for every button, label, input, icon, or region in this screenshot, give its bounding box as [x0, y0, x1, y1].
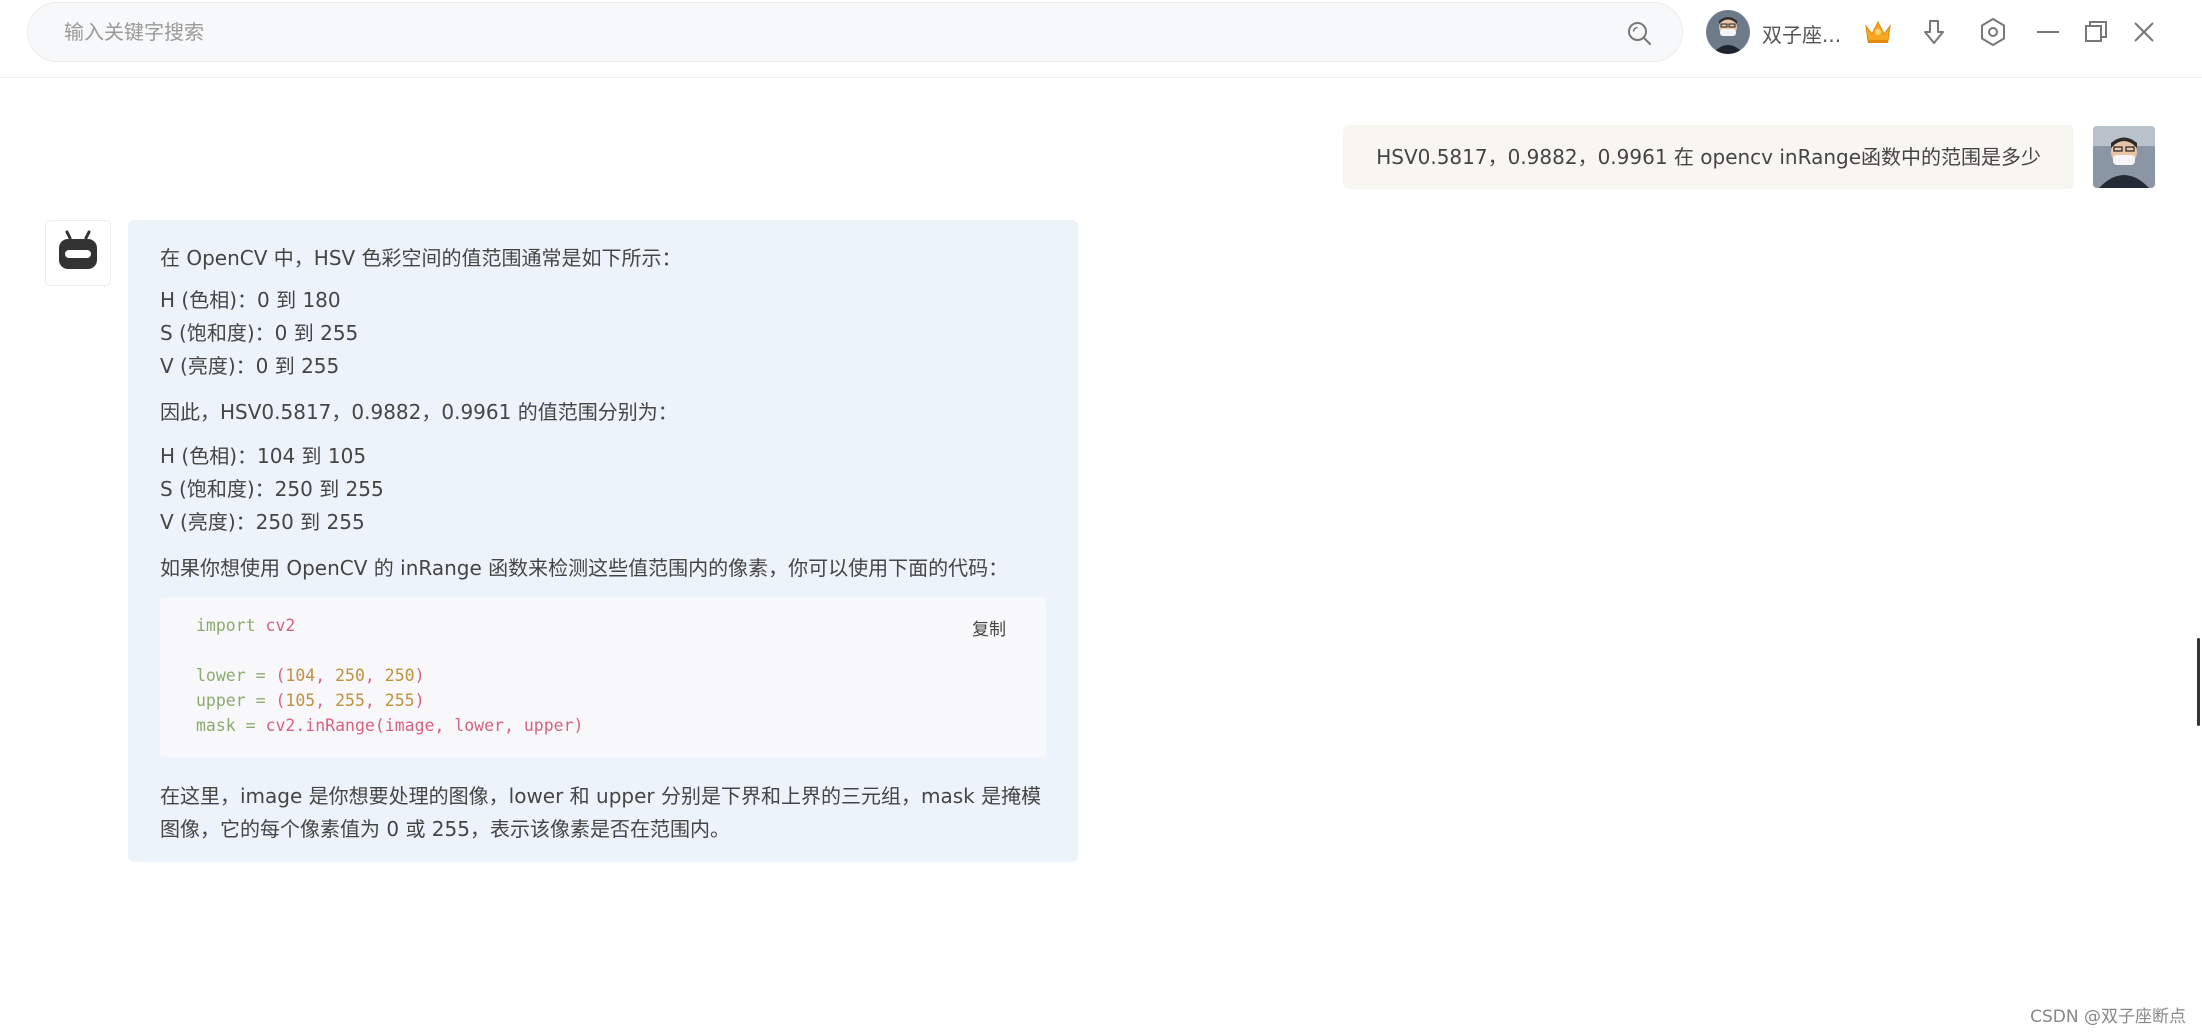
code-number: 250 [384, 666, 415, 685]
settings-icon[interactable] [1977, 16, 2009, 48]
scrollbar-thumb[interactable] [2197, 638, 2200, 726]
list-item: S (饱和度)：0 到 255 [160, 321, 359, 345]
minimize-icon[interactable] [2032, 16, 2064, 48]
list-item: H (色相)：0 到 180 [160, 288, 341, 312]
code-keyword: import [196, 616, 256, 635]
watermark: CSDN @双子座断点 [2030, 1007, 2186, 1027]
list-item: V (亮度)：250 到 255 [160, 510, 365, 534]
code-number: 255 [384, 691, 415, 710]
bot-intro-text: 在 OpenCV 中，HSV 色彩空间的值范围通常是如下所示： [160, 246, 682, 270]
code-variable: upper [196, 691, 246, 710]
code-variable: mask [196, 716, 236, 735]
code-number: 104 [285, 666, 316, 685]
code-number: 105 [285, 691, 316, 710]
hsv-value-list: H (色相)：104 到 105 S (饱和度)：250 到 255 V (亮度… [160, 440, 384, 539]
code-block: 复制 import cv2 lower = (104, 250, 250) up… [160, 597, 1046, 757]
copy-button[interactable]: 复制 [972, 615, 1006, 640]
bot-message-bubble: 在 OpenCV 中，HSV 色彩空间的值范围通常是如下所示： H (色相)：0… [128, 220, 1078, 862]
list-item: S (饱和度)：250 到 255 [160, 477, 384, 501]
user-avatar[interactable] [1706, 10, 1750, 54]
restore-icon[interactable] [2080, 16, 2112, 48]
list-item: V (亮度)：0 到 255 [160, 354, 340, 378]
user-message-avatar [2093, 126, 2155, 188]
crown-icon[interactable] [1862, 16, 1894, 48]
bot-explanation-text: 在这里，image 是你想要处理的图像，lower 和 upper 分别是下界和… [160, 784, 1042, 841]
user-message-text: HSV0.5817，0.9882，0.9961 在 opencv inRange… [1376, 145, 2041, 169]
code-number: 255 [335, 691, 365, 710]
top-bar: 双子座... [0, 0, 2202, 78]
list-item: H (色相)：104 到 105 [160, 444, 367, 468]
code-number: 250 [335, 666, 365, 685]
code-identifier: cv2 [265, 616, 296, 635]
hsv-range-list: H (色相)：0 到 180 S (饱和度)：0 到 255 V (亮度)：0 … [160, 284, 358, 383]
bot-avatar [45, 220, 111, 286]
code-content: import cv2 lower = (104, 250, 250) upper… [196, 616, 584, 735]
close-icon[interactable] [2128, 16, 2160, 48]
search-icon[interactable] [1626, 20, 1652, 46]
user-message-bubble: HSV0.5817，0.9882，0.9961 在 opencv inRange… [1343, 125, 2074, 189]
bot-code-intro-text: 如果你想使用 OpenCV 的 inRange 函数来检测这些值范围内的像素，你… [160, 556, 1009, 580]
bot-therefore-text: 因此，HSV0.5817，0.9882，0.9961 的值范围分别为： [160, 400, 678, 424]
download-icon[interactable] [1918, 16, 1950, 48]
robot-icon [59, 230, 97, 269]
code-call: cv2.inRange(image, lower, upper) [265, 716, 584, 735]
search-bar[interactable] [27, 2, 1683, 62]
search-input[interactable] [64, 3, 1604, 61]
code-variable: lower [196, 666, 246, 685]
user-name[interactable]: 双子座... [1762, 19, 1841, 48]
